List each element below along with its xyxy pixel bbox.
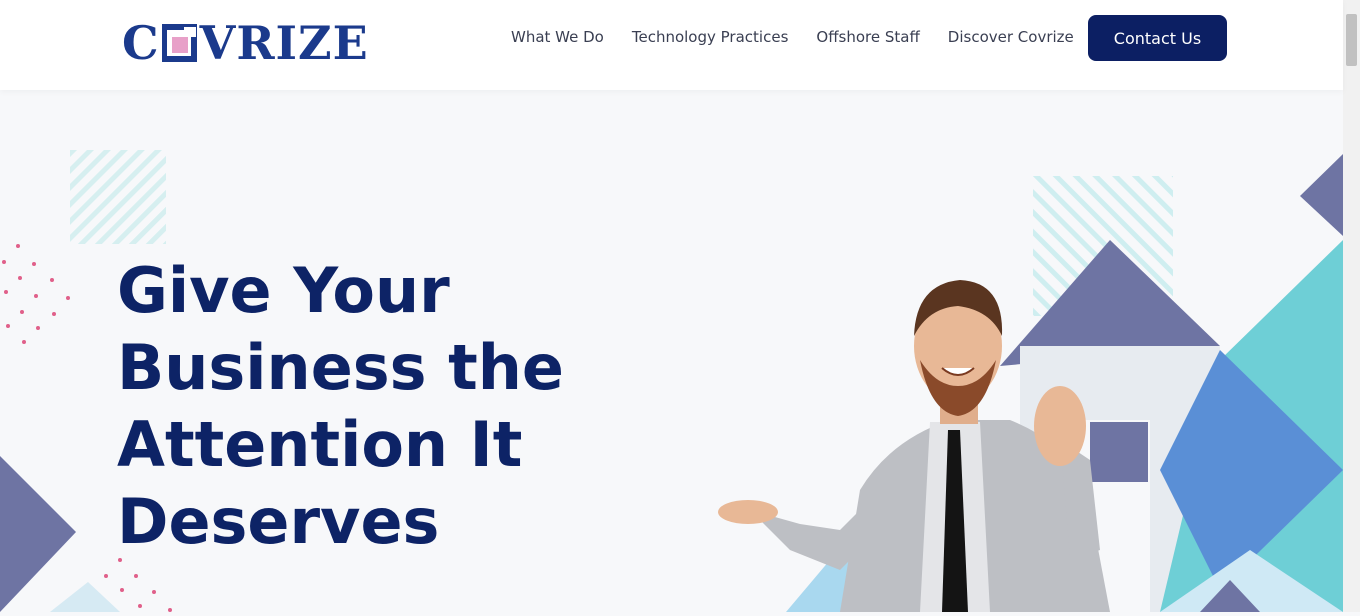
hero-geometric-illustration: [718, 154, 1343, 612]
hero-headline: Give Your Business the Attention It Dese…: [117, 252, 637, 560]
logo-text-right: VRIZE: [199, 16, 369, 70]
site-header: C VRIZE What We Do Technology Practices …: [0, 0, 1343, 90]
hero-title-line: Give Your: [117, 254, 450, 327]
nav-what-we-do[interactable]: What We Do: [511, 28, 604, 46]
logo-text-left: C: [122, 16, 160, 70]
contact-us-button[interactable]: Contact Us: [1088, 15, 1227, 61]
stripe-pattern-decoration: [70, 150, 166, 244]
covrize-logo[interactable]: C VRIZE: [122, 16, 369, 70]
hero-section: Give Your Business the Attention It Dese…: [0, 90, 1343, 612]
nav-technology-practices[interactable]: Technology Practices: [632, 28, 789, 46]
hero-title-line: Attention It: [117, 408, 523, 481]
page-scrollbar[interactable]: [1343, 0, 1360, 612]
scrollbar-thumb[interactable]: [1346, 14, 1357, 66]
hero-title-line: Deserves: [117, 485, 440, 558]
bottom-dots-decoration: [50, 558, 172, 612]
nav-offshore-staff[interactable]: Offshore Staff: [816, 28, 919, 46]
main-nav: What We Do Technology Practices Offshore…: [511, 28, 1074, 46]
nav-discover-covrize[interactable]: Discover Covrize: [948, 28, 1074, 46]
dot-pattern-decoration: [2, 244, 70, 344]
logo-mark-icon: [161, 24, 197, 62]
hero-title-line: Business the: [117, 331, 564, 404]
